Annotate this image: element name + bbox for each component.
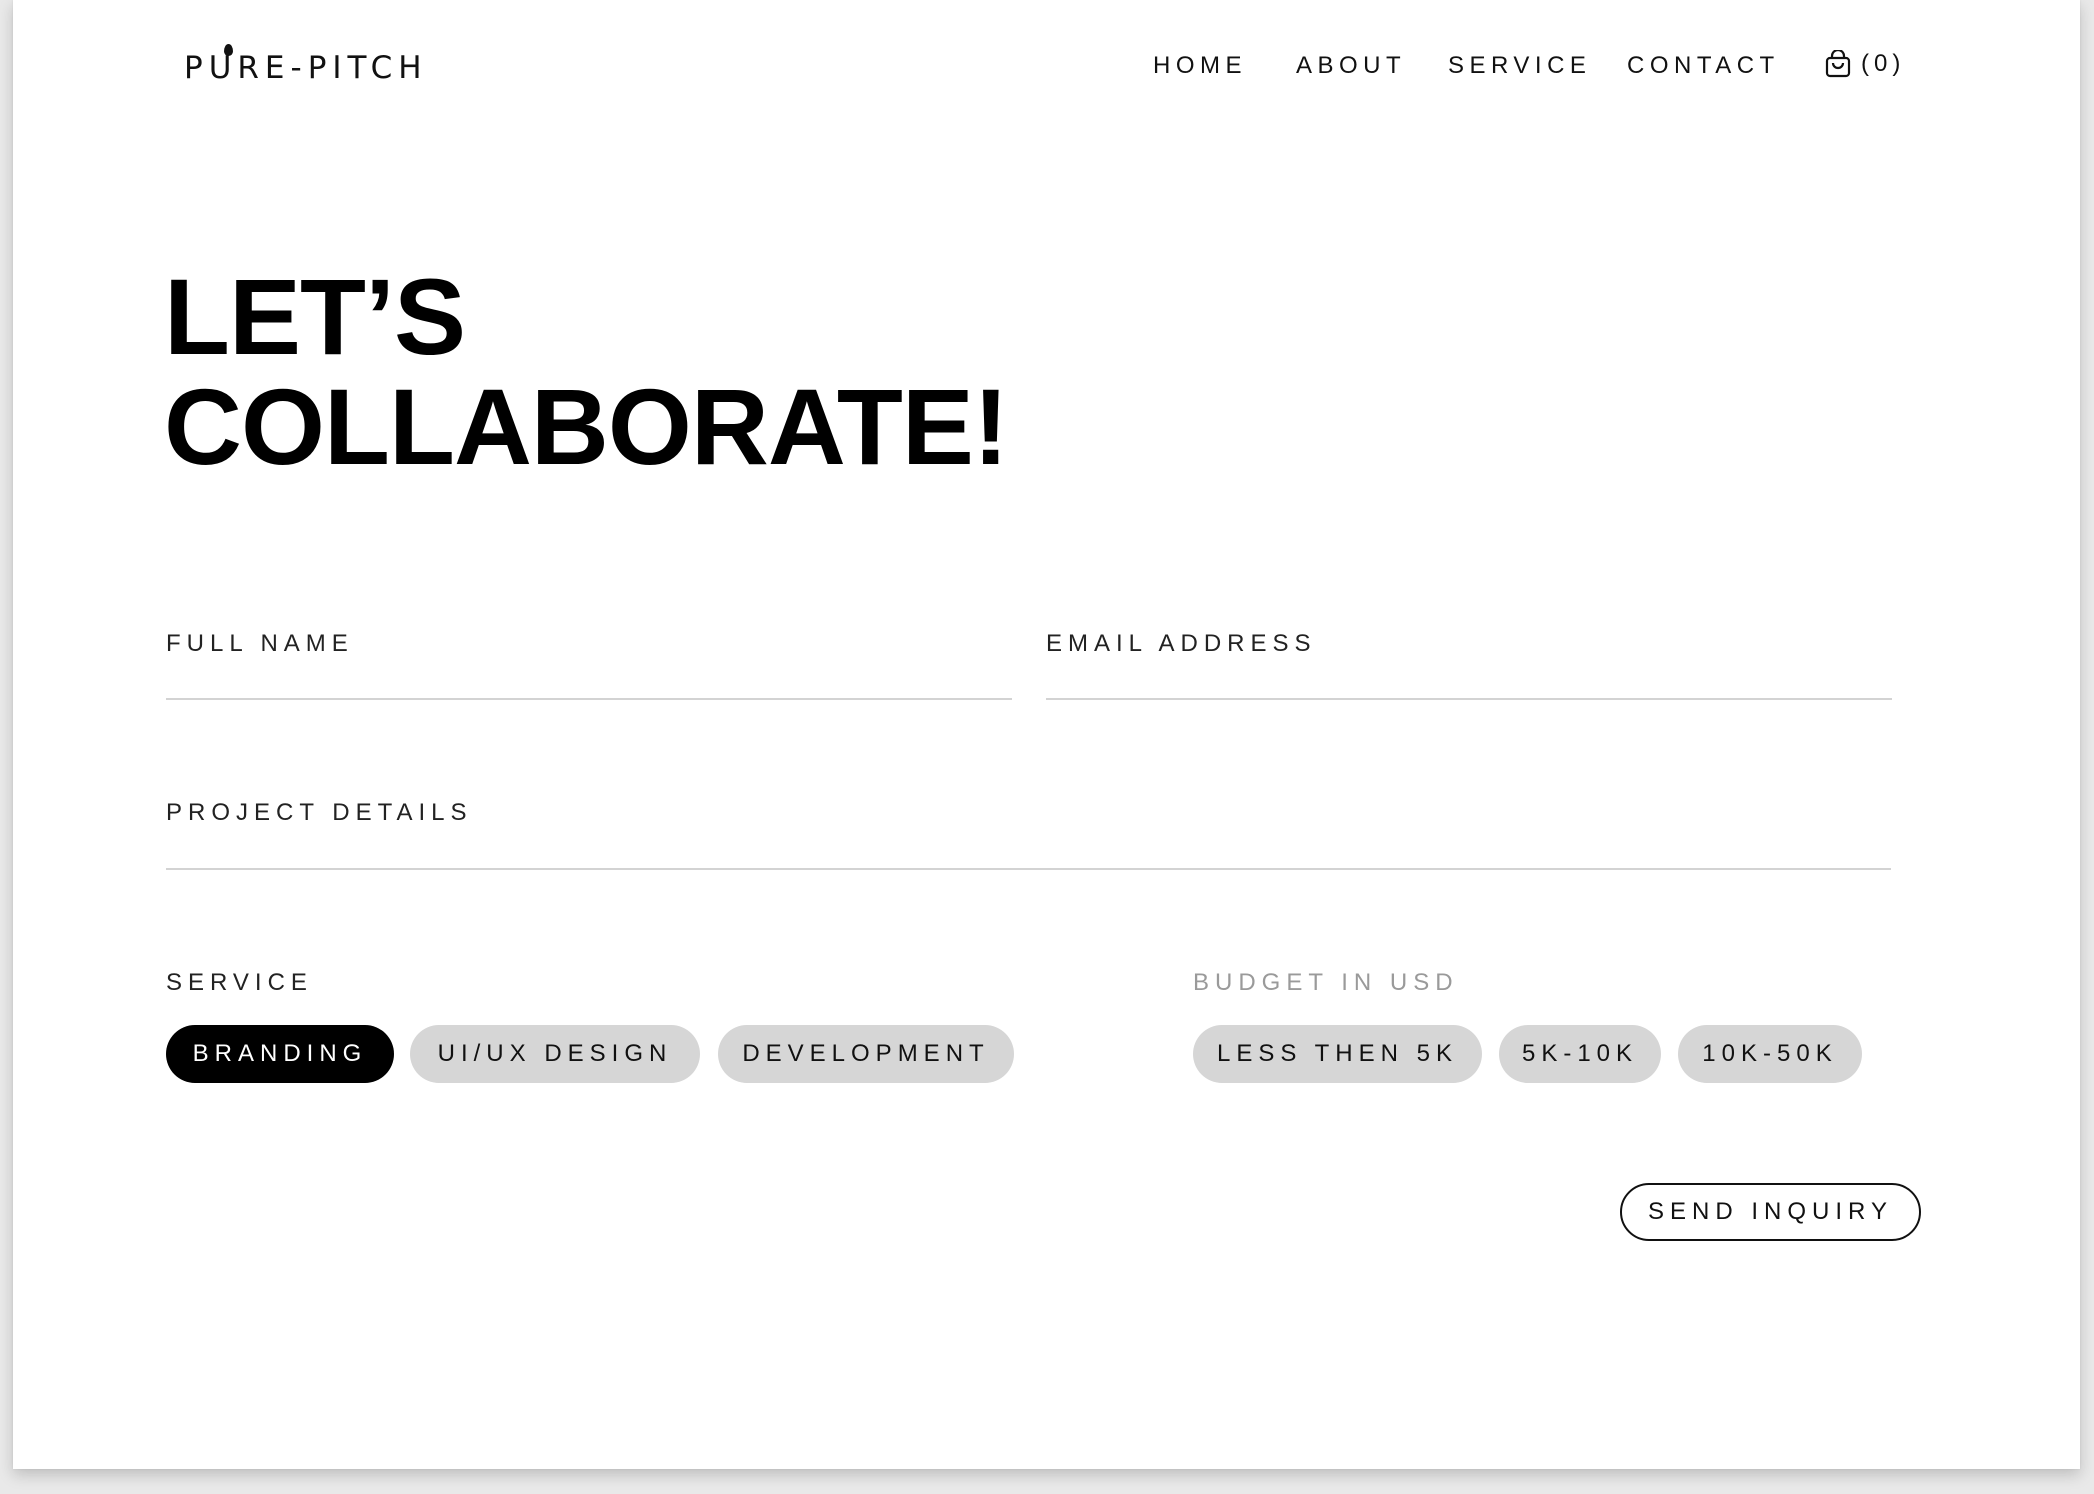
budget-option-10k-50k[interactable]: 10K-50K	[1678, 1025, 1862, 1083]
page: PURE-PITCH HOME ABOUT SERVICE CONTACT (0…	[13, 0, 2080, 1469]
budget-label: BUDGET IN USD	[1193, 969, 1459, 996]
main-nav: HOME ABOUT SERVICE CONTACT	[13, 52, 2080, 82]
project-details-label: PROJECT DETAILS	[166, 799, 473, 826]
service-option-branding[interactable]: BRANDING	[166, 1025, 394, 1083]
full-name-input[interactable]	[166, 658, 1012, 700]
budget-option-5k-10k[interactable]: 5K-10K	[1499, 1025, 1661, 1083]
nav-service[interactable]: SERVICE	[1448, 52, 1591, 80]
cart-count: (0)	[1861, 50, 1906, 77]
nav-about[interactable]: ABOUT	[1296, 52, 1406, 80]
email-input[interactable]	[1046, 658, 1892, 700]
cart-button[interactable]: (0)	[1825, 50, 1905, 78]
page-title: LET’S COLLABORATE!	[164, 262, 1009, 482]
full-name-label: FULL NAME	[166, 630, 354, 657]
page-title-line-2: COLLABORATE!	[164, 366, 1009, 487]
project-details-input[interactable]	[166, 828, 1891, 870]
nav-home[interactable]: HOME	[1153, 52, 1247, 80]
email-label: EMAIL ADDRESS	[1046, 630, 1317, 657]
shopping-bag-icon	[1825, 50, 1851, 78]
service-option-development[interactable]: DEVELOPMENT	[718, 1025, 1014, 1083]
service-option-uiux-design[interactable]: UI/UX DESIGN	[410, 1025, 700, 1083]
nav-contact[interactable]: CONTACT	[1627, 52, 1780, 80]
send-inquiry-button[interactable]: SEND INQUIRY	[1620, 1183, 1921, 1241]
service-label: SERVICE	[166, 969, 313, 996]
budget-option-less-then-5k[interactable]: LESS THEN 5K	[1193, 1025, 1482, 1083]
page-title-line-1: LET’S	[164, 256, 466, 377]
